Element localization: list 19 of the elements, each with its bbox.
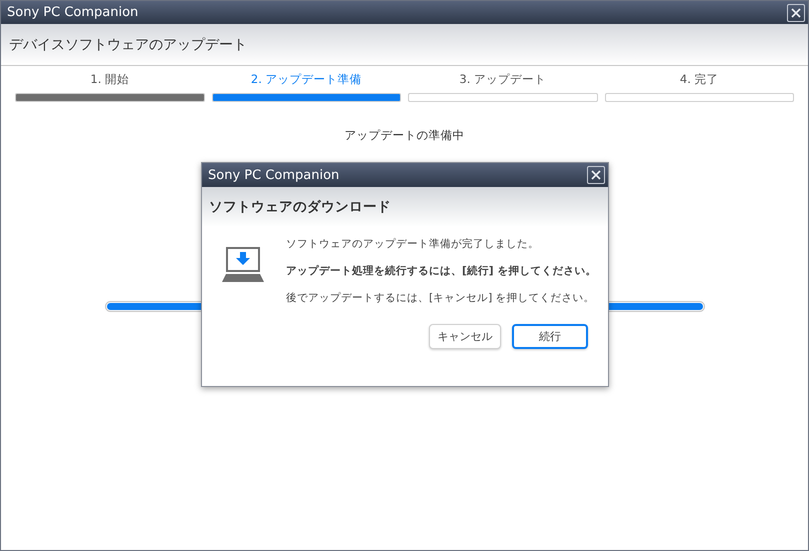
continue-button[interactable]: 続行 [512, 324, 588, 349]
step-label: 3. アップデート [459, 72, 546, 87]
close-button[interactable] [787, 4, 805, 22]
step-label: 4. 完了 [680, 72, 719, 87]
step-label: 2. アップデート準備 [250, 72, 362, 87]
close-icon [590, 169, 602, 181]
dialog-title: Sony PC Companion [208, 168, 340, 182]
close-button[interactable] [587, 166, 605, 184]
dialog-heading: ソフトウェアのダウンロード [209, 198, 391, 216]
page-title: デバイスソフトウェアのアップデート [9, 36, 247, 54]
dialog-message: ソフトウェアのアップデート準備が完了しました。 [286, 237, 540, 251]
step-label: 1. 開始 [90, 72, 130, 87]
close-icon [790, 6, 802, 18]
cancel-button[interactable]: キャンセル [429, 324, 501, 349]
status-text: アップデートの準備中 [344, 128, 464, 143]
window-title: Sony PC Companion [7, 5, 138, 20]
dialog-message: アップデート処理を続行するには、[続行] を押してください。 [286, 264, 596, 278]
dialog-message: 後でアップデートするには、[キャンセル] を押してください。 [286, 291, 596, 305]
laptop-download-icon [222, 247, 264, 283]
